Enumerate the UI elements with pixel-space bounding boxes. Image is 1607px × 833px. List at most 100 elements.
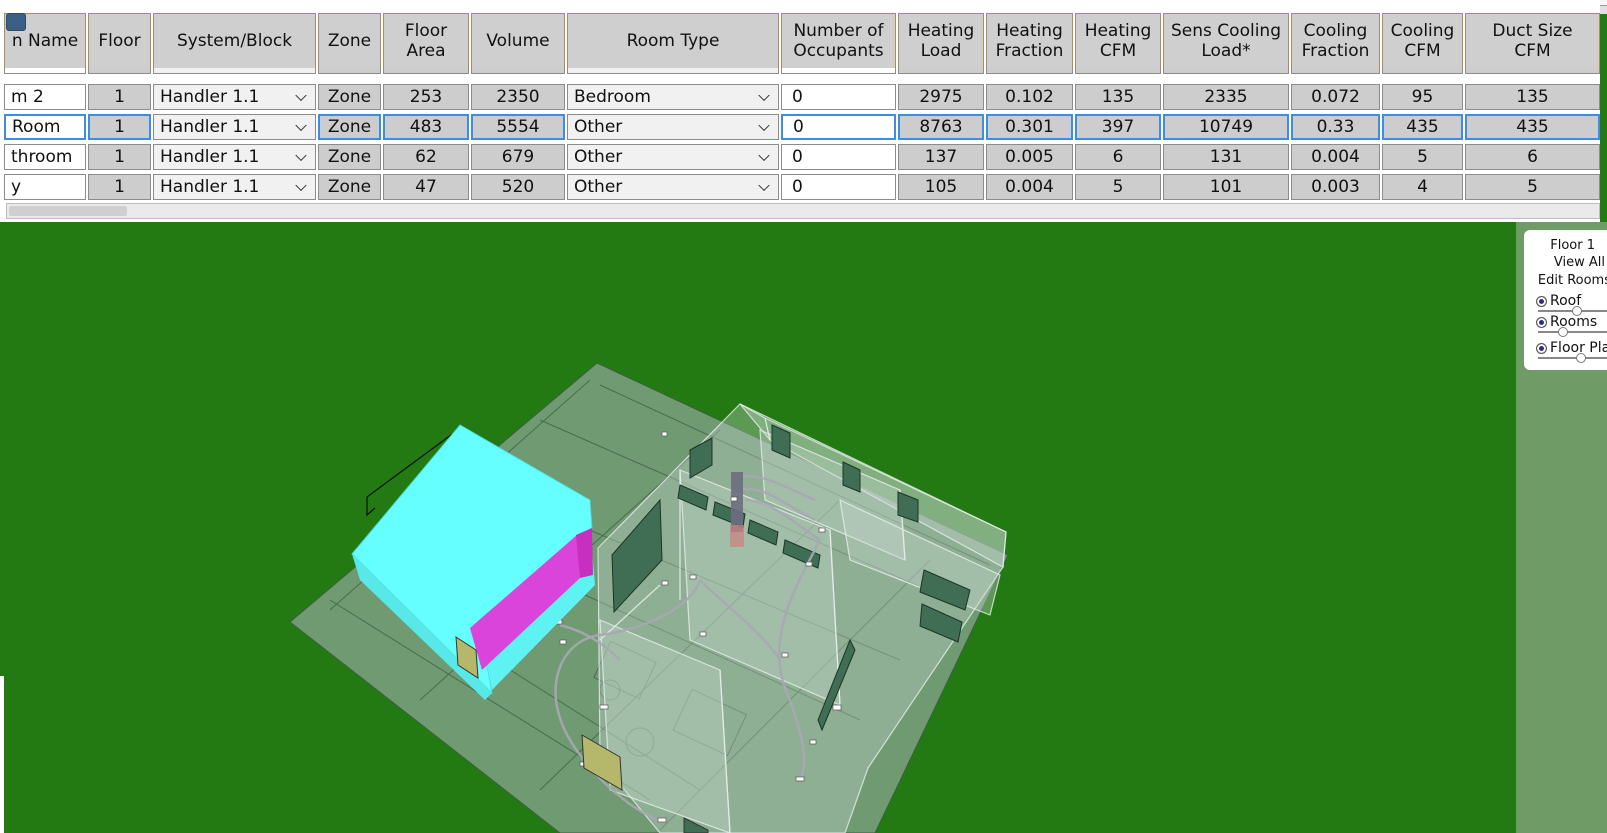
- floor-cell: 1: [88, 68, 151, 74]
- column-header-cooling-load[interactable]: Sens Cooling Load*: [1163, 13, 1289, 69]
- occupants-input[interactable]: 0: [781, 84, 896, 110]
- heating-cfm-cell: 397: [1075, 114, 1161, 140]
- chevron-down-icon[interactable]: [295, 119, 307, 132]
- system-dropdown[interactable]: Handler 1.1: [153, 84, 316, 110]
- system-dropdown-value: Handler 1.1: [160, 147, 260, 167]
- left-panel-edge: [0, 676, 4, 833]
- floor-area-cell-value: 47: [415, 177, 437, 197]
- slider-handle[interactable]: [1576, 353, 1586, 363]
- floor-plan-opacity-slider[interactable]: [1538, 353, 1607, 363]
- room-type-dropdown[interactable]: Bedroom: [567, 68, 779, 74]
- chevron-down-icon[interactable]: [758, 119, 770, 132]
- room-name-cell[interactable]: y: [4, 174, 86, 200]
- radio-icon[interactable]: [1536, 295, 1547, 307]
- header-label: Duct Size: [1492, 21, 1573, 41]
- column-header-cooling-cfm[interactable]: Cooling CFM: [1382, 13, 1463, 69]
- cooling-cfm-cell-value: 435: [1406, 117, 1439, 137]
- edit-rooms-button[interactable]: Edit Rooms: [1538, 273, 1607, 288]
- room-load-table: n Name Floor System/Block Zone Floor Area Volu…: [0, 0, 1600, 222]
- rooms-opacity-slider[interactable]: [1538, 327, 1607, 337]
- header-label: Volume: [486, 31, 550, 51]
- room-type-dropdown[interactable]: Other: [567, 174, 779, 200]
- floor-cell: 1: [88, 84, 151, 110]
- slider-handle[interactable]: [1558, 327, 1568, 337]
- heating-fraction-cell: 0.004: [986, 174, 1073, 200]
- floor-selector[interactable]: Floor 1: [1550, 238, 1595, 253]
- room-type-dropdown[interactable]: Other: [567, 144, 779, 170]
- occupants-input[interactable]: 0: [781, 114, 896, 140]
- heating-cfm-cell: 135: [1075, 84, 1161, 110]
- volume-cell-value: 1909: [496, 68, 539, 71]
- header-label: Cooling: [1303, 21, 1368, 41]
- heating-cfm-cell-value: 5: [1112, 177, 1124, 197]
- chevron-down-icon[interactable]: [758, 179, 770, 192]
- column-header-floor-area[interactable]: Floor Area: [383, 13, 469, 69]
- floor-cell-value: 1: [114, 177, 125, 197]
- zone-cell-value: Zone: [327, 87, 372, 107]
- occupants-input[interactable]: 0: [781, 174, 896, 200]
- view-all-button[interactable]: View All: [1554, 255, 1605, 270]
- duct-size-cfm-cell: 135: [1465, 84, 1600, 110]
- volume-cell-value: 5554: [496, 117, 540, 137]
- column-header-system[interactable]: System/Block: [153, 13, 316, 69]
- column-header-heating-load[interactable]: Heating Load: [898, 13, 984, 69]
- layer-toggle-floor-plan[interactable]: Floor Pla: [1536, 340, 1607, 356]
- system-dropdown[interactable]: Handler 1.1: [153, 144, 316, 170]
- column-header-zone[interactable]: Zone: [318, 13, 381, 69]
- heating-fraction-cell: 0.301: [986, 114, 1073, 140]
- chevron-down-icon[interactable]: [758, 149, 770, 162]
- cooling-fraction-cell: 0.33: [1291, 114, 1380, 140]
- heating-load-cell: 8763: [898, 114, 984, 140]
- column-header-heating-fraction[interactable]: Heating Fraction: [986, 13, 1073, 69]
- column-header-volume[interactable]: Volume: [471, 13, 565, 69]
- room-name-cell[interactable]: m 2: [4, 84, 86, 110]
- volume-cell-value: 2350: [496, 87, 540, 107]
- heating-cfm-cell-value: 85: [1107, 68, 1129, 71]
- column-header-cooling-fraction[interactable]: Cooling Fraction: [1291, 13, 1380, 69]
- header-label: Sens Cooling: [1171, 21, 1281, 41]
- header-label: Heating: [996, 21, 1063, 41]
- radio-icon[interactable]: [1536, 342, 1547, 354]
- floor-area-cell: 253: [383, 84, 469, 110]
- heating-load-cell: 1881: [898, 68, 984, 74]
- roof-opacity-slider[interactable]: [1538, 306, 1607, 316]
- room-name-cell[interactable]: Room: [4, 114, 86, 140]
- room-name-cell-value: throom: [11, 147, 73, 167]
- table-menu-button[interactable]: [6, 13, 26, 31]
- room-name-cell[interactable]: m 1: [4, 68, 86, 74]
- room-type-dropdown[interactable]: Bedroom: [567, 84, 779, 110]
- occupants-input[interactable]: 0: [781, 68, 896, 74]
- chevron-down-icon[interactable]: [758, 89, 770, 102]
- zone-cell-value: Zone: [327, 147, 372, 167]
- zone-cell: Zone: [318, 84, 381, 110]
- room-type-dropdown-value: Other: [574, 117, 623, 137]
- duct-size-cfm-cell: 85: [1465, 68, 1600, 74]
- column-header-floor[interactable]: Floor: [88, 13, 151, 69]
- chevron-down-icon[interactable]: [295, 179, 307, 192]
- room-type-dropdown-value: Other: [574, 147, 623, 167]
- horizontal-scrollbar[interactable]: [6, 203, 1600, 219]
- room-name-cell[interactable]: throom: [4, 144, 86, 170]
- room-type-dropdown[interactable]: Other: [567, 114, 779, 140]
- zone-cell: Zone: [318, 68, 381, 74]
- cooling-load-cell: 101: [1163, 174, 1289, 200]
- occupants-input[interactable]: 0: [781, 144, 896, 170]
- column-header-room-type[interactable]: Room Type: [567, 13, 779, 69]
- system-dropdown[interactable]: Handler 1.1: [153, 174, 316, 200]
- system-dropdown[interactable]: Handler 1.1: [153, 114, 316, 140]
- header-label: System/Block: [176, 31, 293, 51]
- room-type-dropdown-value: Other: [574, 177, 623, 197]
- heating-cfm-cell: 5: [1075, 174, 1161, 200]
- chevron-down-icon[interactable]: [295, 149, 307, 162]
- duct-size-cfm-cell-value: 5: [1527, 177, 1538, 197]
- column-header-heating-cfm[interactable]: Heating CFM: [1075, 13, 1161, 69]
- column-header-duct-size-cfm[interactable]: Duct Size CFM: [1465, 13, 1600, 69]
- cooling-fraction-cell: 0.072: [1291, 84, 1380, 110]
- scrollbar-thumb[interactable]: [9, 206, 127, 216]
- radio-icon[interactable]: [1536, 316, 1547, 328]
- duct-size-cfm-cell-value: 85: [1522, 68, 1544, 71]
- system-dropdown[interactable]: Handler 1.1: [153, 68, 316, 74]
- chevron-down-icon[interactable]: [295, 89, 307, 102]
- column-header-occupants[interactable]: Number of Occupants: [781, 13, 896, 69]
- cooling-cfm-cell-value: 45: [1412, 68, 1434, 71]
